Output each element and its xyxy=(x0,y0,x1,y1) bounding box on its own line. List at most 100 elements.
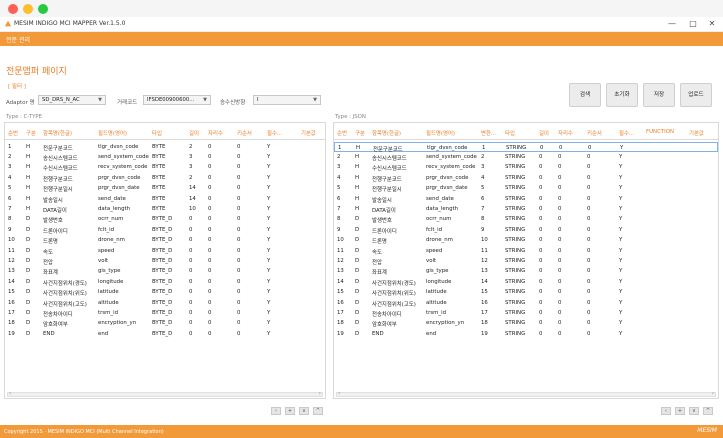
ctype-field-grid[interactable]: ‹ › 순번 구분 항목명(한글) 필드명(영어) 타입 길이 자리수 키순서 필수... 기본값… xyxy=(4,122,326,399)
table-row[interactable]: 6 H 발송일시 send_date BYTE 14 0 0 Y xyxy=(5,194,325,204)
table-row[interactable]: 4 H 전행구분코드 prgr_dvsn_code 4 STRING 0 0 0 Y xyxy=(334,173,718,183)
table-cell: Y xyxy=(619,278,623,285)
pager-down-button[interactable]: ∨ xyxy=(689,407,699,415)
table-row[interactable]: 15 D 사건지점위치(위도) latitude BYTE_D 0 0 0 Y xyxy=(5,288,325,298)
horizontal-scrollbar[interactable]: ‹ › xyxy=(7,390,323,397)
column-header[interactable]: 기본값 xyxy=(301,129,316,137)
column-header[interactable]: 필드명(영어) xyxy=(98,129,127,137)
table-row[interactable]: 11 D 속도 speed 11 STRING 0 0 0 Y xyxy=(334,246,718,256)
table-row[interactable]: 7 H DATA길이 data_length 7 STRING 0 0 0 Y xyxy=(334,204,718,214)
table-row[interactable]: 12 D 전압 volt BYTE_D 0 0 0 Y xyxy=(5,256,325,266)
close-button[interactable]: ✕ xyxy=(705,18,719,30)
pager-up-button[interactable]: ^ xyxy=(313,407,323,415)
table-row[interactable]: 18 D 암호화여부 encryption_yn 18 STRING 0 0 0 Y xyxy=(334,319,718,329)
table-row[interactable]: 13 D 좌표계 gis_type 13 STRING 0 0 0 Y xyxy=(334,267,718,277)
pager-up-button[interactable]: ^ xyxy=(703,407,713,415)
table-row[interactable]: 19 D END end 19 STRING 0 0 0 Y xyxy=(334,329,718,339)
menu-item-message-management[interactable]: 전문 관리 xyxy=(6,35,30,44)
table-row[interactable]: 3 H 수신시스템코드 recv_system_code 3 STRING 0 0 0 Y xyxy=(334,163,718,173)
table-row[interactable]: 19 D END end BYTE_D 0 0 0 Y xyxy=(5,329,325,339)
zoom-window-dot[interactable] xyxy=(38,4,48,14)
table-row[interactable]: 5 H 전행구분일시 prgr_dvsn_date BYTE 14 0 0 Y xyxy=(5,184,325,194)
app-logo-icon xyxy=(4,20,12,27)
minimize-button[interactable]: — xyxy=(665,18,679,30)
table-row[interactable]: 6 H 발송일시 send_date 6 STRING 0 0 0 Y xyxy=(334,194,718,204)
pager-down-button[interactable]: ∨ xyxy=(299,407,309,415)
table-row[interactable]: 5 H 전행구분일시 prgr_dvsn_date 5 STRING 0 0 0 Y xyxy=(334,184,718,194)
pager-prev-button[interactable]: ‹ xyxy=(271,407,281,415)
upload-button[interactable]: 업로드 xyxy=(680,83,712,107)
search-button[interactable]: 검색 xyxy=(569,83,601,107)
column-header[interactable]: 필드명(영어) xyxy=(426,129,455,137)
direction-select[interactable]: I ▼ xyxy=(253,95,321,105)
pager-add-button[interactable]: + xyxy=(285,407,295,415)
table-cell: Y xyxy=(267,164,271,171)
column-header[interactable]: 항목명(한글) xyxy=(43,129,72,137)
column-header[interactable]: 순번 xyxy=(8,129,18,137)
column-header[interactable]: 구분 xyxy=(355,129,365,137)
table-row[interactable]: 10 D 드론명 drone_nm BYTE_D 0 0 0 Y xyxy=(5,236,325,246)
column-header[interactable]: 필수... xyxy=(619,129,634,137)
scroll-left-icon[interactable]: ‹ xyxy=(338,390,340,397)
table-row[interactable]: 1 H 전문구분코드 tlgr_dvsn_code BYTE 2 0 0 Y xyxy=(5,142,325,152)
table-cell: BYTE xyxy=(152,185,166,192)
table-row[interactable]: 15 D 사건지점위치(위도) latitude 15 STRING 0 0 0 Y xyxy=(334,288,718,298)
table-row[interactable]: 2 H 송신시스템코드 send_system_code BYTE 3 0 0 Y xyxy=(5,152,325,162)
column-header[interactable]: FUNCTION xyxy=(646,129,674,135)
adaptor-select[interactable]: SD_DRS_N_AC ▼ xyxy=(38,95,106,105)
table-row[interactable]: 3 H 수신시스템코드 recv_system_code BYTE 3 0 0 Y xyxy=(5,163,325,173)
table-cell: 0 xyxy=(587,289,591,296)
column-header[interactable]: 자리수 xyxy=(208,129,223,137)
table-row[interactable]: 9 D 드론아이디 fclt_id 9 STRING 0 0 0 Y xyxy=(334,225,718,235)
column-header[interactable]: 순번 xyxy=(337,129,347,137)
column-header[interactable]: 길이 xyxy=(189,129,199,137)
table-row[interactable]: 16 D 사건지점위치(고도) altitude BYTE_D 0 0 0 Y xyxy=(5,298,325,308)
column-header[interactable]: 항목명(한글) xyxy=(372,129,401,137)
scroll-right-icon[interactable]: › xyxy=(712,390,714,397)
table-row[interactable]: 4 H 전행구분코드 prgr_dvsn_code BYTE 2 0 0 Y xyxy=(5,173,325,183)
table-row[interactable]: 2 H 송신시스템코드 send_system_code 2 STRING 0 0 0 Y xyxy=(334,152,718,162)
table-row[interactable]: 13 D 좌표계 gis_type BYTE_D 0 0 0 Y xyxy=(5,267,325,277)
column-header[interactable]: 키순서 xyxy=(237,129,252,137)
table-cell: 12 xyxy=(337,257,344,264)
column-header[interactable]: 기본값 xyxy=(689,129,704,137)
maximize-button[interactable]: □ xyxy=(686,18,700,30)
table-row[interactable]: 17 D 전송차아이디 trsm_id 17 STRING 0 0 0 Y xyxy=(334,308,718,318)
table-row[interactable]: 11 D 속도 speed BYTE_D 0 0 0 Y xyxy=(5,246,325,256)
table-row[interactable]: 10 D 드론명 drone_nm 10 STRING 0 0 0 Y xyxy=(334,236,718,246)
table-row[interactable]: 17 D 전송차아이디 trsm_id BYTE_D 0 0 0 Y xyxy=(5,308,325,318)
table-row[interactable]: 16 D 사건지점위치(고도) altitude 16 STRING 0 0 0 Y xyxy=(334,298,718,308)
table-cell: STRING xyxy=(505,299,526,306)
table-cell: 1 xyxy=(8,143,12,150)
close-window-dot[interactable] xyxy=(8,4,18,14)
minimize-window-dot[interactable] xyxy=(23,4,33,14)
table-row[interactable]: 14 D 사건지점위치(경도) longitude BYTE_D 0 0 0 Y xyxy=(5,277,325,287)
table-row[interactable]: 9 D 드론아이디 fclt_id BYTE_D 0 0 0 Y xyxy=(5,225,325,235)
table-cell: 전송차아이디 xyxy=(43,311,73,318)
table-row[interactable]: 18 D 암호화여부 encryption_yn BYTE_D 0 0 0 Y xyxy=(5,319,325,329)
pager-prev-button[interactable]: ‹ xyxy=(661,407,671,415)
json-field-grid[interactable]: ‹ › 순번 구분 항목명(한글) 필드명(영어) 변환... 타입 길이 자리수 키순서 필수.… xyxy=(333,122,719,399)
save-button[interactable]: 저장 xyxy=(643,83,675,107)
column-header[interactable]: 타입 xyxy=(505,129,515,137)
table-row[interactable]: 8 D 발생번호 ocrr_num BYTE_D 0 0 0 Y xyxy=(5,215,325,225)
pager-add-button[interactable]: + xyxy=(675,407,685,415)
table-row[interactable]: 8 D 발생번호 ocrr_num 8 STRING 0 0 0 Y xyxy=(334,215,718,225)
column-header[interactable]: 자리수 xyxy=(558,129,573,137)
scroll-right-icon[interactable]: › xyxy=(319,390,321,397)
column-header[interactable]: 필수... xyxy=(267,129,282,137)
table-cell: 15 xyxy=(8,289,15,296)
table-row[interactable]: 12 D 전압 volt 12 STRING 0 0 0 Y xyxy=(334,256,718,266)
column-header[interactable]: 구분 xyxy=(26,129,36,137)
reset-button[interactable]: 초기화 xyxy=(606,83,638,107)
column-header[interactable]: 키순서 xyxy=(587,129,602,137)
table-row[interactable]: 14 D 사건지점위치(경도) longitude 14 STRING 0 0 0 Y xyxy=(334,277,718,287)
trade-code-select[interactable]: IFSDE00900600... ▼ xyxy=(143,95,211,105)
column-header[interactable]: 변환... xyxy=(481,129,496,137)
horizontal-scrollbar[interactable]: ‹ › xyxy=(336,390,716,397)
column-header[interactable]: 길이 xyxy=(539,129,549,137)
table-row[interactable]: 1 H 전문구분코드 tlgr_dvsn_code 1 STRING 0 0 0 Y xyxy=(334,142,718,153)
scroll-left-icon[interactable]: ‹ xyxy=(9,390,11,397)
column-header[interactable]: 타입 xyxy=(152,129,162,137)
table-row[interactable]: 7 H DATA길이 data_length BYTE 10 0 0 Y xyxy=(5,204,325,214)
